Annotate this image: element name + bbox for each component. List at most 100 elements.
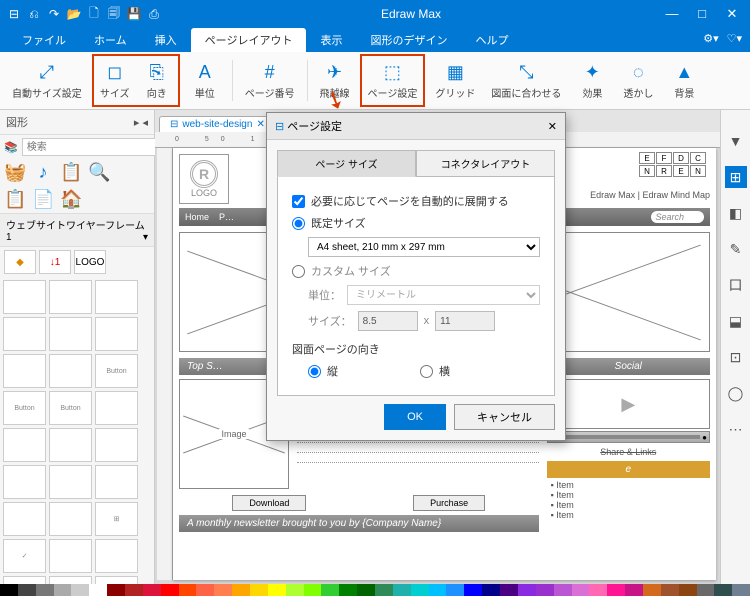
color-swatch[interactable] bbox=[464, 584, 482, 596]
gallery-shape[interactable] bbox=[49, 539, 92, 573]
gallery-shape[interactable] bbox=[49, 502, 92, 536]
qat-print-icon[interactable]: ⎙ bbox=[144, 7, 164, 22]
menu-pagelayout[interactable]: ページレイアウト bbox=[191, 28, 307, 52]
qat-new-icon[interactable]: 🗋 bbox=[84, 4, 104, 25]
menu-file[interactable]: ファイル bbox=[8, 28, 80, 52]
tool-list-icon[interactable]: 📋 bbox=[4, 189, 26, 210]
custom-radio[interactable] bbox=[292, 265, 305, 278]
color-swatch[interactable] bbox=[71, 584, 89, 596]
rb-autosize[interactable]: ⤢自動サイズ設定 bbox=[6, 54, 88, 107]
rb-unit[interactable]: A単位 bbox=[184, 54, 226, 107]
gallery-shape[interactable] bbox=[3, 354, 46, 388]
color-swatch[interactable] bbox=[54, 584, 72, 596]
tab-connector[interactable]: コネクタレイアウト bbox=[416, 150, 555, 177]
color-swatch[interactable] bbox=[0, 584, 18, 596]
tab-pagesize[interactable]: ページ サイズ bbox=[277, 150, 416, 177]
preset-radio[interactable] bbox=[292, 217, 305, 230]
gallery-shape[interactable] bbox=[3, 280, 46, 314]
rb-jumpline[interactable]: ✈飛越線 bbox=[314, 54, 356, 107]
rr-shape-icon[interactable]: ⊡ bbox=[725, 346, 747, 368]
color-swatch[interactable] bbox=[607, 584, 625, 596]
color-swatch[interactable] bbox=[732, 584, 750, 596]
settings-icon[interactable]: ⚙▾ bbox=[703, 32, 718, 45]
menu-help[interactable]: ヘルプ bbox=[461, 28, 522, 52]
gallery-shape[interactable] bbox=[49, 428, 92, 462]
color-swatch[interactable] bbox=[572, 584, 590, 596]
menu-home[interactable]: ホーム bbox=[80, 28, 141, 52]
section-header[interactable]: ウェブサイトワイヤーフレーム 1 ▾ bbox=[0, 213, 154, 247]
ok-button[interactable]: OK bbox=[384, 404, 446, 430]
rb-grid[interactable]: ▦グリッド bbox=[429, 54, 481, 107]
gallery-shape[interactable]: ✓ bbox=[3, 539, 46, 573]
color-swatch[interactable] bbox=[18, 584, 36, 596]
color-swatch[interactable] bbox=[107, 584, 125, 596]
minimize-button[interactable]: — bbox=[658, 6, 686, 22]
color-swatch[interactable] bbox=[214, 584, 232, 596]
color-swatch[interactable] bbox=[36, 584, 54, 596]
rr-edit-icon[interactable]: ✎ bbox=[725, 238, 747, 260]
color-swatch[interactable] bbox=[339, 584, 357, 596]
color-swatch[interactable] bbox=[89, 584, 107, 596]
tool-note-icon[interactable]: ♪ bbox=[32, 162, 54, 183]
color-swatch[interactable] bbox=[482, 584, 500, 596]
color-swatch[interactable] bbox=[161, 584, 179, 596]
rb-pagesetup[interactable]: ⬚ページ設定 bbox=[360, 54, 426, 107]
rr-dropdown-icon[interactable]: ▼ bbox=[725, 130, 747, 152]
gallery-shape[interactable] bbox=[95, 539, 138, 573]
gal-logo[interactable]: LOGO bbox=[74, 250, 106, 274]
gallery-shape[interactable]: Button bbox=[95, 354, 138, 388]
rr-layout-icon[interactable]: ◧ bbox=[725, 202, 747, 224]
gallery-shape[interactable] bbox=[49, 465, 92, 499]
color-swatch[interactable] bbox=[518, 584, 536, 596]
tab-close-icon[interactable]: ✕ bbox=[256, 119, 264, 130]
color-swatch[interactable] bbox=[714, 584, 732, 596]
gal-diamond[interactable]: ◆ bbox=[4, 250, 36, 274]
library-icon[interactable]: 📚 bbox=[4, 141, 18, 154]
rb-watermark[interactable]: ◌透かし bbox=[617, 54, 659, 107]
color-swatch[interactable] bbox=[589, 584, 607, 596]
gallery-shape[interactable] bbox=[95, 317, 138, 351]
color-swatch[interactable] bbox=[446, 584, 464, 596]
rr-fill-icon[interactable]: ⬓ bbox=[725, 310, 747, 332]
landscape-radio[interactable] bbox=[420, 365, 433, 378]
color-swatch[interactable] bbox=[179, 584, 197, 596]
gallery-shape[interactable] bbox=[95, 280, 138, 314]
color-swatch[interactable] bbox=[268, 584, 286, 596]
gallery-shape[interactable] bbox=[49, 280, 92, 314]
preset-select[interactable]: A4 sheet, 210 mm x 297 mm bbox=[308, 237, 540, 257]
qat-save-icon[interactable]: 💾 bbox=[124, 7, 144, 21]
favorite-icon[interactable]: ♡▾ bbox=[727, 32, 742, 45]
qat-redo-icon[interactable]: ↷ bbox=[44, 7, 64, 21]
qat-undo-icon[interactable]: ⎌ bbox=[24, 7, 44, 22]
color-swatch[interactable] bbox=[196, 584, 214, 596]
color-swatch[interactable] bbox=[625, 584, 643, 596]
color-swatch[interactable] bbox=[143, 584, 161, 596]
gallery-shape[interactable] bbox=[95, 391, 138, 425]
color-swatch[interactable] bbox=[232, 584, 250, 596]
rb-effects[interactable]: ✦効果 bbox=[571, 54, 613, 107]
rb-background[interactable]: ▲背景 bbox=[663, 54, 705, 107]
color-swatch[interactable] bbox=[304, 584, 322, 596]
qat-open-icon[interactable]: 📂 bbox=[64, 7, 84, 21]
qat-copy-icon[interactable]: 🗐 bbox=[104, 4, 124, 25]
gallery-shape[interactable] bbox=[3, 428, 46, 462]
color-swatch[interactable] bbox=[286, 584, 304, 596]
rb-orientation[interactable]: ⎘向き bbox=[136, 56, 178, 105]
gallery-shape[interactable] bbox=[3, 317, 46, 351]
gallery-shape[interactable]: Button bbox=[49, 391, 92, 425]
rr-grid-icon[interactable]: ⊞ bbox=[725, 166, 747, 188]
gallery-shape[interactable]: ⊞ bbox=[95, 502, 138, 536]
gallery-shape[interactable] bbox=[95, 428, 138, 462]
gallery-shape[interactable] bbox=[49, 576, 92, 584]
auto-expand-checkbox[interactable] bbox=[292, 195, 305, 208]
color-swatch[interactable] bbox=[375, 584, 393, 596]
color-swatch[interactable] bbox=[411, 584, 429, 596]
gal-arrow[interactable]: ↓1 bbox=[39, 250, 71, 274]
rb-size[interactable]: ◻サイズ bbox=[94, 56, 136, 105]
tool-zoom-icon[interactable]: 🔍 bbox=[88, 162, 110, 183]
rr-circle-icon[interactable]: ◯ bbox=[725, 382, 747, 404]
portrait-radio[interactable] bbox=[308, 365, 321, 378]
color-swatch[interactable] bbox=[250, 584, 268, 596]
color-swatch[interactable] bbox=[661, 584, 679, 596]
dialog-close-icon[interactable]: ✕ bbox=[548, 120, 557, 133]
